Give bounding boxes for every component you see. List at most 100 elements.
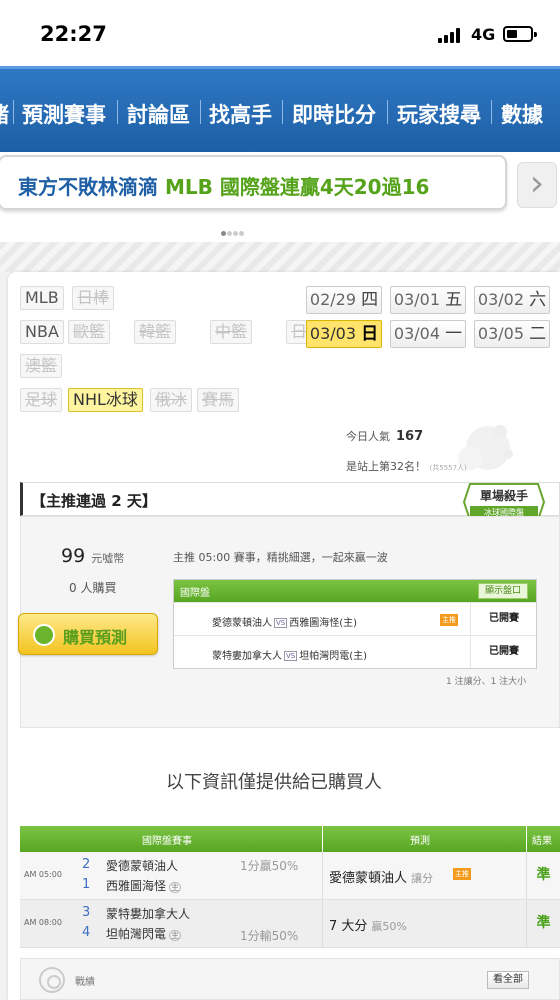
pick-streak-title: 【主推連過 2 天】 [31, 492, 157, 510]
sport-filter-chip[interactable]: NBA [20, 320, 64, 344]
site-rank: 是站上第32名！ (共5557人) [346, 458, 467, 474]
odds-text: 1分贏50% [240, 859, 299, 873]
date-label: 03/05 [477, 324, 524, 343]
date-label: 03/01 [393, 290, 440, 309]
prediction-text: 7 大分 [329, 919, 368, 934]
daily-popularity: 今日人氣 167 [346, 428, 423, 444]
away-team: 愛德蒙頓油人 [212, 618, 272, 629]
weekday-label: 二 [529, 324, 547, 344]
col-header-games: 國際盤賽事 [142, 836, 192, 847]
date-tab[interactable]: 03/01 五 [390, 286, 466, 314]
team-name: 蒙特婁加拿大人 [106, 907, 191, 921]
main-nav: 賭 預測賽事 討論區 找高手 即時比分 玩家搜尋 數據 [0, 66, 560, 152]
nav-item-live-score[interactable]: 即時比分 [292, 99, 376, 129]
date-tab[interactable]: 02/29 四 [306, 286, 382, 314]
col-header-prediction: 預測 [410, 836, 430, 847]
date-label: 02/29 [309, 290, 356, 309]
buy-prediction-button[interactable]: 購買預測 [18, 613, 158, 655]
game-status: 已開賽 [470, 603, 537, 635]
prediction-cell: 7 大分 贏50% [322, 900, 526, 947]
nav-item-player-search[interactable]: 玩家搜尋 [397, 99, 481, 129]
game-status: 已開賽 [470, 636, 537, 668]
badge-title: 單場殺手 [480, 488, 528, 503]
banner-headline: MLB 國際盤連贏4天20過16 [164, 175, 430, 199]
rank-total: (共5557人) [429, 464, 467, 472]
sport-filter-chip[interactable]: NHL冰球 [68, 388, 143, 412]
banner-area: 東方不敗林滴滴 MLB 國際盤連贏4天20過16 › [0, 152, 560, 242]
record-label: 戰績 [75, 977, 95, 988]
buyers-only-notice: 以下資訊僅提供給已購買人 [166, 772, 382, 793]
main-card: MLB日棒NBA歐籃韓籃中籃日籃澳籃足球NHL冰球俄冰賽馬 02/29 四03/… [8, 272, 560, 1000]
prediction-cell: 愛德蒙頓油人 讓分 主推 [322, 852, 526, 899]
game-time: AM 05:00 [24, 870, 62, 879]
home-team: 西雅圖海怪(主) [289, 618, 358, 629]
nav-item-0[interactable]: 賭 [0, 99, 9, 129]
popularity-label: 今日人氣 [346, 430, 390, 443]
odds-text: 1分輸50% [240, 929, 299, 943]
weekday-label: 五 [445, 290, 463, 310]
pick-body: 99 元噓幣 0 人購買 購買預測 主推 05:00 賽事，精挑細選，一起來贏一… [18, 516, 560, 728]
prediction-odds: 贏50% [371, 920, 407, 933]
game-time: AM 08:00 [24, 918, 62, 927]
sport-filter-chip[interactable]: MLB [20, 286, 64, 310]
nav-item-predict[interactable]: 預測賽事 [22, 99, 106, 129]
sport-filter-chip: 日棒 [72, 286, 115, 310]
target-icon [39, 967, 65, 993]
status-bar: 22:27 4G [0, 0, 560, 66]
rank-text: 是站上第32名！ [346, 460, 426, 473]
main-pick-tag: 主推 [453, 868, 471, 880]
banner-pager [221, 221, 245, 240]
date-tab[interactable]: 03/04 一 [390, 320, 466, 348]
promo-banner[interactable]: 東方不敗林滴滴 MLB 國際盤連贏4天20過16 [0, 155, 507, 210]
odds-table-title: 國際盤 [180, 588, 210, 599]
popularity-count: 167 [396, 429, 424, 444]
date-label: 03/03 [309, 324, 356, 343]
team-number: 2 [82, 857, 91, 872]
away-team: 蒙特婁加拿大人 [212, 651, 282, 662]
team-number: 1 [82, 877, 91, 892]
price: 99 元噓幣 [61, 545, 124, 567]
pick-description: 主推 05:00 賽事，精挑細選，一起來贏一波 [173, 551, 388, 564]
record-bar: 戰績 看全部 [20, 958, 560, 1000]
weekday-label: 四 [361, 290, 379, 310]
nav-item-experts[interactable]: 找高手 [209, 99, 272, 129]
view-all-button[interactable]: 看全部 [487, 971, 529, 989]
vs-icon: VS [274, 618, 288, 628]
team-name: 愛德蒙頓油人 [106, 859, 179, 873]
date-label: 03/04 [393, 324, 440, 343]
weekday-label: 日 [361, 324, 379, 344]
clock: 22:27 [40, 22, 107, 46]
weekday-label: 一 [445, 324, 463, 344]
weekday-label: 六 [529, 290, 547, 310]
home-mark: 主 [169, 930, 182, 941]
bet-count-note: 1 注讓分、1 注大小 [446, 677, 527, 687]
team-name: 西雅圖海怪 [106, 879, 167, 893]
team-number: 4 [82, 925, 91, 940]
battery-icon [503, 26, 537, 42]
price-unit: 元噓幣 [91, 552, 125, 565]
prediction-text: 愛德蒙頓油人 [329, 871, 408, 886]
date-label: 03/02 [477, 290, 524, 309]
team-number: 3 [82, 905, 91, 920]
vs-icon: VS [284, 651, 298, 661]
nav-item-data[interactable]: 數據 [501, 99, 543, 129]
date-tab[interactable]: 03/02 六 [474, 286, 550, 314]
sport-filter-chip: 俄冰 [150, 388, 193, 412]
banner-next-icon[interactable]: › [517, 162, 557, 208]
game-row: 愛德蒙頓油人 VS 西雅圖海怪(主) 主推 已開賽 [174, 602, 536, 635]
nav-item-forum[interactable]: 討論區 [127, 99, 190, 129]
table-row: AM 08:00 3 蒙特婁加拿大人 4 坦帕灣閃電主 1分輸50% 7 大分贏… [20, 900, 560, 948]
signal-icon [438, 27, 464, 43]
price-value: 99 [61, 545, 86, 567]
coin-icon [33, 624, 55, 646]
date-tab[interactable]: 03/05 二 [474, 320, 550, 348]
sport-filter-chip: 中籃 [210, 320, 253, 344]
decorative-divider [0, 242, 560, 272]
prediction-type: 讓分 [411, 872, 434, 885]
date-tab[interactable]: 03/03 日 [306, 320, 382, 348]
home-team: 坦帕灣閃電(主) [299, 651, 368, 662]
sport-filter-chip: 足球 [20, 388, 63, 412]
sport-filter-chip: 韓籃 [134, 320, 177, 344]
show-odds-button[interactable]: 顯示盤口 [477, 583, 528, 599]
banner-name: 東方不敗林滴滴 [18, 175, 158, 199]
